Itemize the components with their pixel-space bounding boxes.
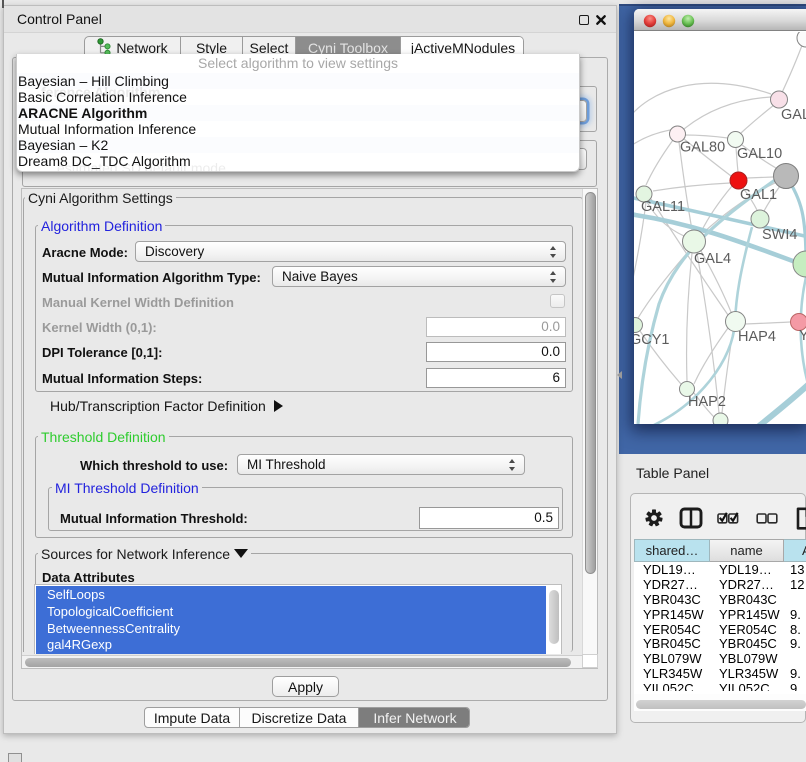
svg-text:GAL4: GAL4 [694, 251, 731, 267]
svg-text:GAL11: GAL11 [641, 199, 685, 215]
svg-text:HAP4: HAP4 [738, 329, 776, 345]
svg-text:HAP2: HAP2 [688, 394, 726, 410]
svg-text:GAL1: GAL1 [740, 187, 777, 203]
svg-text:GAL7: GAL7 [781, 107, 806, 123]
svg-text:SWI4: SWI4 [762, 227, 797, 243]
svg-text:Y: Y [799, 328, 806, 344]
svg-text:GAL10: GAL10 [737, 146, 782, 162]
svg-text:GAL80: GAL80 [680, 140, 725, 156]
svg-text:GCY1: GCY1 [634, 332, 670, 348]
